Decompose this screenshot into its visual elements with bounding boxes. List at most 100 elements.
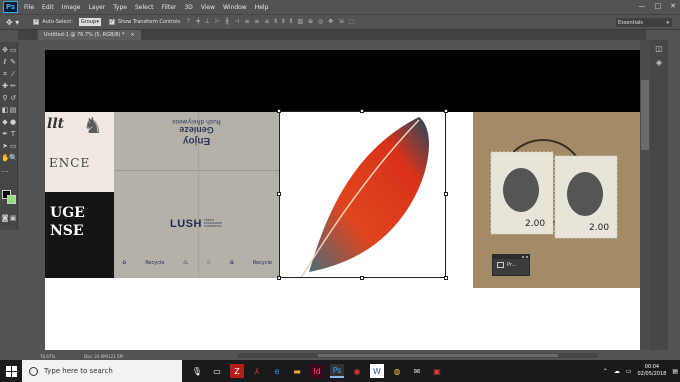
path-select-tool-icon[interactable]: ➤: [1, 142, 9, 150]
distribute-right-icon[interactable]: ⦀: [290, 18, 293, 26]
align-right-icon[interactable]: ⊣: [234, 18, 239, 26]
show-transform-checkbox[interactable]: ✓ Show Transform Controls: [108, 19, 180, 25]
photoshop-taskbar-icon[interactable]: Ps: [330, 364, 344, 378]
more-tools-icon[interactable]: …: [1, 166, 9, 174]
menu-window[interactable]: Window: [223, 4, 247, 11]
notifications-icon[interactable]: ▤: [672, 368, 678, 375]
doc-size[interactable]: Doc: 24.9M/121.5M: [84, 354, 123, 359]
mini-panel-label[interactable]: Pr...: [507, 262, 516, 268]
move-tool-icon[interactable]: ✥: [1, 46, 9, 54]
task-view-icon[interactable]: ▭: [210, 364, 224, 378]
align-vcenter-icon[interactable]: ╪: [196, 18, 200, 26]
vertical-scrollbar[interactable]: [640, 40, 650, 350]
people-icon[interactable]: ⌃: [603, 368, 608, 375]
artboard-tool-icon[interactable]: ▭: [9, 46, 17, 54]
maximize-button[interactable]: □: [655, 2, 662, 10]
menu-help[interactable]: Help: [255, 4, 269, 11]
move-tool-preset-icon[interactable]: ✥ ▾: [6, 18, 19, 27]
properties-mini-panel[interactable]: Pr...: [492, 254, 530, 276]
acrobat-icon[interactable]: ⅄: [250, 364, 264, 378]
auto-select-checkbox[interactable]: ✓ Auto-Select:: [33, 19, 73, 25]
minimize-button[interactable]: —: [639, 2, 646, 10]
document-canvas[interactable]: llt ♞ ENCE UGE NSE Enjoy Genieze Rush dh…: [45, 50, 640, 350]
horizontal-scroll-thumb[interactable]: [318, 354, 558, 357]
dodge-tool-icon[interactable]: ●: [9, 118, 17, 126]
menu-file[interactable]: File: [24, 4, 34, 11]
menu-view[interactable]: View: [201, 4, 215, 11]
file-explorer-icon[interactable]: ▬: [290, 364, 304, 378]
document-tab[interactable]: Untitled-1 @ 76.7% (5, RGB/8) * ×: [38, 30, 141, 40]
mail-icon[interactable]: ✉: [410, 364, 424, 378]
distribute-bottom-icon[interactable]: ≡: [264, 18, 269, 26]
zoom-level[interactable]: 76.67%: [40, 354, 70, 359]
align-left-icon[interactable]: ⊢: [215, 18, 220, 26]
distribute-top-icon[interactable]: ≡: [244, 18, 249, 26]
clone-stamp-icon[interactable]: ⚲: [1, 94, 9, 102]
distribute-left-icon[interactable]: ⦀: [274, 18, 277, 26]
eraser-tool-icon[interactable]: ◧: [1, 106, 9, 114]
app-red-icon[interactable]: ◉: [350, 364, 364, 378]
horizontal-scrollbar[interactable]: [238, 353, 598, 358]
3d-scale-icon[interactable]: ⬚: [348, 18, 354, 26]
pen-tool-icon[interactable]: ✒: [1, 130, 9, 138]
crop-tool-icon[interactable]: ⌗: [1, 70, 9, 78]
cardboard-box-image-layer[interactable]: Enjoy Genieze Rush dheiyweos LUSH FRESH …: [114, 112, 279, 278]
menu-layer[interactable]: Layer: [88, 4, 105, 11]
clock[interactable]: 00:04 02/05/2018: [638, 364, 667, 378]
eyedropper-tool-icon[interactable]: ⁄: [9, 70, 17, 78]
menu-select[interactable]: Select: [135, 4, 154, 11]
indesign-icon[interactable]: Id: [310, 364, 324, 378]
label-image-layer[interactable]: llt ♞ ENCE UGE NSE: [45, 112, 114, 278]
layers-panel-icon[interactable]: ◈: [654, 58, 664, 68]
menu-filter[interactable]: Filter: [162, 4, 177, 11]
zoom-tool-icon[interactable]: 🔍: [9, 154, 18, 162]
edge-icon[interactable]: e: [270, 364, 284, 378]
3d-drag-icon[interactable]: ✥: [328, 18, 333, 26]
3d-mode-icon[interactable]: ⊕: [308, 18, 313, 26]
close-icon[interactable]: [526, 256, 528, 258]
chrome-icon[interactable]: ◍: [390, 364, 404, 378]
align-bottom-icon[interactable]: ⊥: [205, 18, 210, 26]
healing-brush-icon[interactable]: ✚: [1, 82, 9, 90]
workspace-dropdown[interactable]: Essentials ▾: [616, 18, 672, 27]
close-window-button[interactable]: ✕: [670, 2, 676, 10]
lasso-tool-icon[interactable]: ℓ: [1, 58, 9, 66]
3d-roll-icon[interactable]: ◎: [318, 18, 323, 26]
align-top-icon[interactable]: ⊤: [186, 18, 191, 26]
auto-select-dropdown[interactable]: Group ▾: [78, 18, 101, 26]
gradient-tool-icon[interactable]: ▤: [9, 106, 17, 114]
3d-slide-icon[interactable]: ⇲: [338, 18, 343, 26]
microphone-icon[interactable]: 🎙: [190, 364, 204, 378]
blur-tool-icon[interactable]: ◆: [1, 118, 9, 126]
quick-select-tool-icon[interactable]: ✎: [9, 58, 17, 66]
close-tab-icon[interactable]: ×: [130, 32, 134, 38]
volume-icon[interactable]: ▭: [626, 368, 632, 375]
menu-edit[interactable]: Edit: [42, 4, 54, 11]
taskbar-search[interactable]: Type here to search: [22, 360, 182, 382]
hand-tool-icon[interactable]: ✋: [1, 154, 10, 162]
history-panel-icon[interactable]: ◫: [654, 44, 664, 54]
filezilla-icon[interactable]: Z: [230, 364, 244, 378]
vertical-scroll-thumb[interactable]: [641, 80, 649, 150]
word-icon[interactable]: W: [370, 364, 384, 378]
align-hcenter-icon[interactable]: ╫: [225, 18, 229, 26]
auto-align-icon[interactable]: ▥: [297, 18, 303, 26]
rectangle-tool-icon[interactable]: ▭: [9, 142, 17, 150]
brush-tool-icon[interactable]: ✏: [9, 82, 17, 90]
start-button[interactable]: [0, 360, 22, 382]
menu-image[interactable]: Image: [62, 4, 81, 11]
distribute-vcenter-icon[interactable]: ≡: [254, 18, 259, 26]
pdf-icon[interactable]: ▣: [430, 364, 444, 378]
collapse-icon[interactable]: [522, 256, 524, 258]
history-brush-icon[interactable]: ↺: [9, 94, 17, 102]
background-color-swatch[interactable]: [7, 195, 16, 204]
properties-icon[interactable]: [497, 262, 504, 268]
menu-3d[interactable]: 3D: [184, 4, 192, 11]
distribute-hcenter-icon[interactable]: ⦀: [282, 18, 285, 26]
feather-image-layer[interactable]: [279, 112, 446, 278]
type-tool-icon[interactable]: T: [9, 130, 17, 138]
screen-mode-icon[interactable]: ▣: [9, 214, 17, 222]
quick-mask-icon[interactable]: ◙: [1, 214, 9, 222]
menu-type[interactable]: Type: [113, 4, 127, 11]
network-icon[interactable]: ☁: [614, 368, 620, 375]
